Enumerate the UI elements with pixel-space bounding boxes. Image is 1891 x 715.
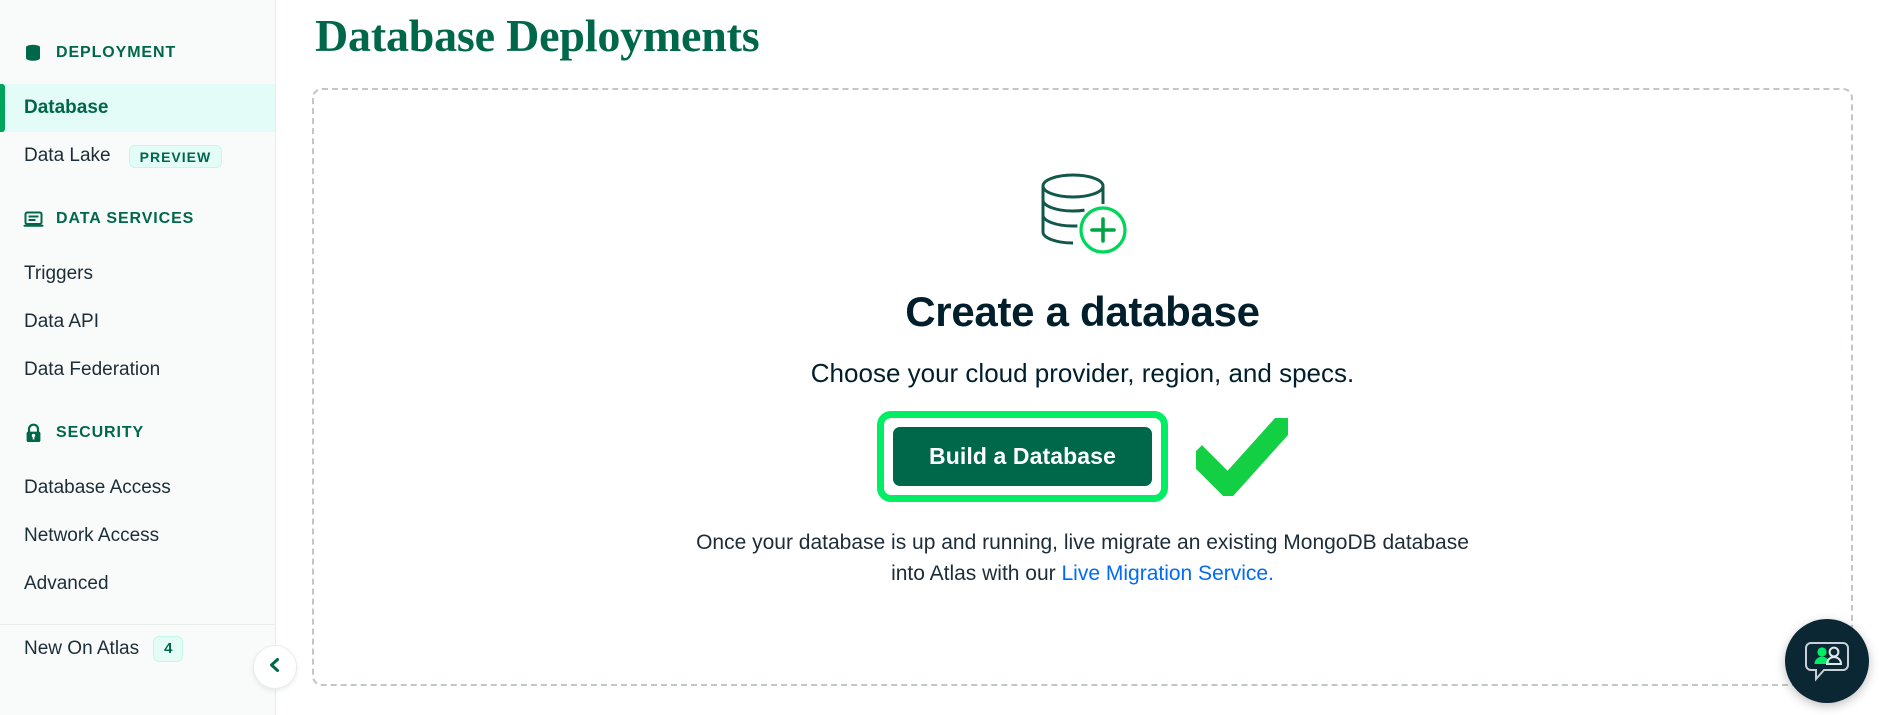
sidebar-section-data-services: DATA SERVICES [0,202,275,236]
empty-state-footer: Once your database is up and running, li… [696,528,1469,589]
sidebar-item-data-lake[interactable]: Data Lake PREVIEW [0,132,275,180]
main-content: Database Deployments Create a database C… [276,0,1891,715]
atlas-page: DEPLOYMENT Database Data Lake PREVIEW DA… [0,0,1891,715]
sidebar-collapse-button[interactable] [253,645,297,689]
database-icon [22,42,44,64]
sidebar-item-label: Network Access [24,525,160,546]
sidebar-section-label: DEPLOYMENT [56,44,177,61]
sidebar-item-database[interactable]: Database [0,84,275,132]
sidebar-item-label: Data Federation [24,359,161,380]
sidebar-section-label: DATA SERVICES [56,210,195,227]
footer-line-2-prefix: into Atlas with our [891,561,1062,585]
lock-icon [22,422,44,444]
footer-line-1: Once your database is up and running, li… [696,531,1469,555]
new-on-atlas-count-badge: 4 [153,636,184,662]
sidebar-item-label: Data Lake [24,145,111,166]
checkmark-annotation-icon [1187,410,1297,501]
sidebar-item-new-on-atlas[interactable]: New On Atlas 4 [0,625,275,673]
live-migration-service-link[interactable]: Live Migration Service. [1062,562,1274,585]
sidebar-item-label: Database [24,97,109,118]
empty-state-card: Create a database Choose your cloud prov… [312,88,1853,687]
sidebar-item-database-access[interactable]: Database Access [0,464,275,512]
chevron-left-icon [265,655,285,680]
chat-support-button[interactable] [1785,619,1869,703]
sidebar-item-label: Advanced [24,573,109,594]
sidebar-item-label: Triggers [24,263,93,284]
sidebar-item-label: Data API [24,311,99,332]
database-plus-icon [1035,170,1131,256]
preview-badge: PREVIEW [128,144,223,168]
chat-people-icon [1803,635,1851,688]
empty-state-title: Create a database [905,288,1260,336]
page-title: Database Deployments [315,10,760,61]
sidebar-item-network-access[interactable]: Network Access [0,512,275,560]
empty-state-subtitle: Choose your cloud provider, region, and … [810,358,1355,389]
sidebar-section-deployment: DEPLOYMENT [0,36,275,70]
sidebar-item-data-federation[interactable]: Data Federation [0,346,275,394]
sidebar: DEPLOYMENT Database Data Lake PREVIEW DA… [0,0,297,715]
sidebar-item-data-api[interactable]: Data API [0,298,275,346]
cta-highlight-annotation: Build a Database [877,411,1168,503]
build-a-database-button[interactable]: Build a Database [893,427,1152,487]
laptop-icon [22,208,44,230]
sidebar-section-label: SECURITY [56,424,145,441]
cta-row: Build a Database [877,410,1297,503]
sidebar-item-triggers[interactable]: Triggers [0,250,275,298]
sidebar-item-label: Database Access [24,477,171,498]
sidebar-item-advanced[interactable]: Advanced [0,560,275,608]
sidebar-section-security: SECURITY [0,416,275,450]
sidebar-item-label: New On Atlas [24,638,140,659]
